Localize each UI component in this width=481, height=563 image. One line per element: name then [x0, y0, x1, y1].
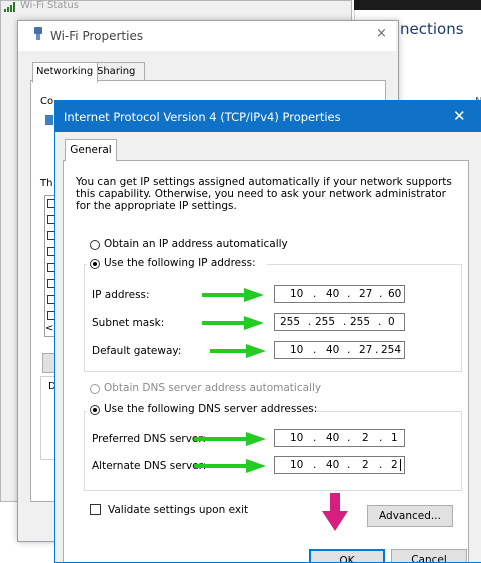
subnet-mask-label: Subnet mask: [92, 317, 165, 329]
close-icon[interactable]: ✕ [453, 107, 466, 125]
ip-manual-radio[interactable] [90, 259, 100, 269]
adapter-fragment-icon [45, 115, 53, 125]
tab-general[interactable]: General [65, 139, 117, 162]
text-caret [400, 459, 401, 471]
connections-title: nections [400, 20, 464, 38]
dns-auto-radio[interactable] [90, 384, 100, 394]
list-scroll-left-icon[interactable]: < [45, 323, 53, 334]
ip-auto-label: Obtain an IP address automatically [104, 238, 288, 250]
props-close-icon[interactable]: × [376, 26, 387, 41]
green-arrow-icon [194, 432, 266, 446]
ipv4-dialog-title: Internet Protocol Version 4 (TCP/IPv4) P… [64, 110, 341, 124]
connections-top-bar [354, 0, 481, 10]
magenta-down-arrow-icon [322, 493, 348, 531]
default-gateway-field[interactable]: 10 . 40 . 27 . 254 [274, 341, 405, 359]
description-group-fragment [40, 376, 55, 460]
dns-auto-label: Obtain DNS server address automatically [104, 382, 322, 394]
ip-manual-label: Use the following IP address: [104, 257, 256, 269]
green-arrow-icon [202, 288, 264, 302]
advanced-button[interactable]: Advanced... [367, 505, 453, 527]
validate-label: Validate settings upon exit [108, 504, 249, 516]
tab-sharing[interactable]: Sharing [93, 62, 145, 82]
dns-manual-radio[interactable] [90, 405, 100, 415]
wifi-properties-title: Wi-Fi Properties [50, 29, 144, 43]
wifi-signal-icon [4, 2, 15, 12]
ipv4-description: You can get IP settings assigned automat… [76, 176, 452, 212]
this-connection-fragment: Th [40, 178, 53, 189]
preferred-dns-label: Preferred DNS server: [92, 433, 207, 445]
alternate-dns-field[interactable]: 10 . 40 . 2 . 2 [274, 456, 405, 474]
dns-manual-label: Use the following DNS server addresses: [104, 403, 318, 415]
tab-networking[interactable]: Networking [32, 62, 98, 83]
preferred-dns-field[interactable]: 10 . 40 . 2 . 1 [274, 429, 405, 447]
ipv4-properties-dialog: Internet Protocol Version 4 (TCP/IPv4) P… [54, 100, 481, 563]
validate-checkbox[interactable] [90, 504, 101, 515]
subnet-mask-field[interactable]: 255 . 255 . 255 . 0 [274, 313, 405, 331]
green-arrow-icon [194, 459, 266, 473]
connect-using-fragment: Co [40, 96, 54, 107]
adapter-icon [34, 27, 42, 40]
default-gateway-label: Default gateway: [92, 345, 182, 357]
status-window-title: Wi-Fi Status [20, 0, 79, 11]
ip-address-field[interactable]: 10 . 40 . 27 . 60 [274, 285, 405, 303]
green-arrow-icon [210, 344, 266, 358]
alternate-dns-label: Alternate DNS server: [92, 460, 207, 472]
green-arrow-icon [202, 316, 264, 330]
ip-address-label: IP address: [92, 289, 150, 301]
general-tab-page: You can get IP settings assigned automat… [63, 160, 469, 562]
dns-address-group [84, 411, 462, 491]
ip-auto-radio[interactable] [90, 240, 100, 250]
